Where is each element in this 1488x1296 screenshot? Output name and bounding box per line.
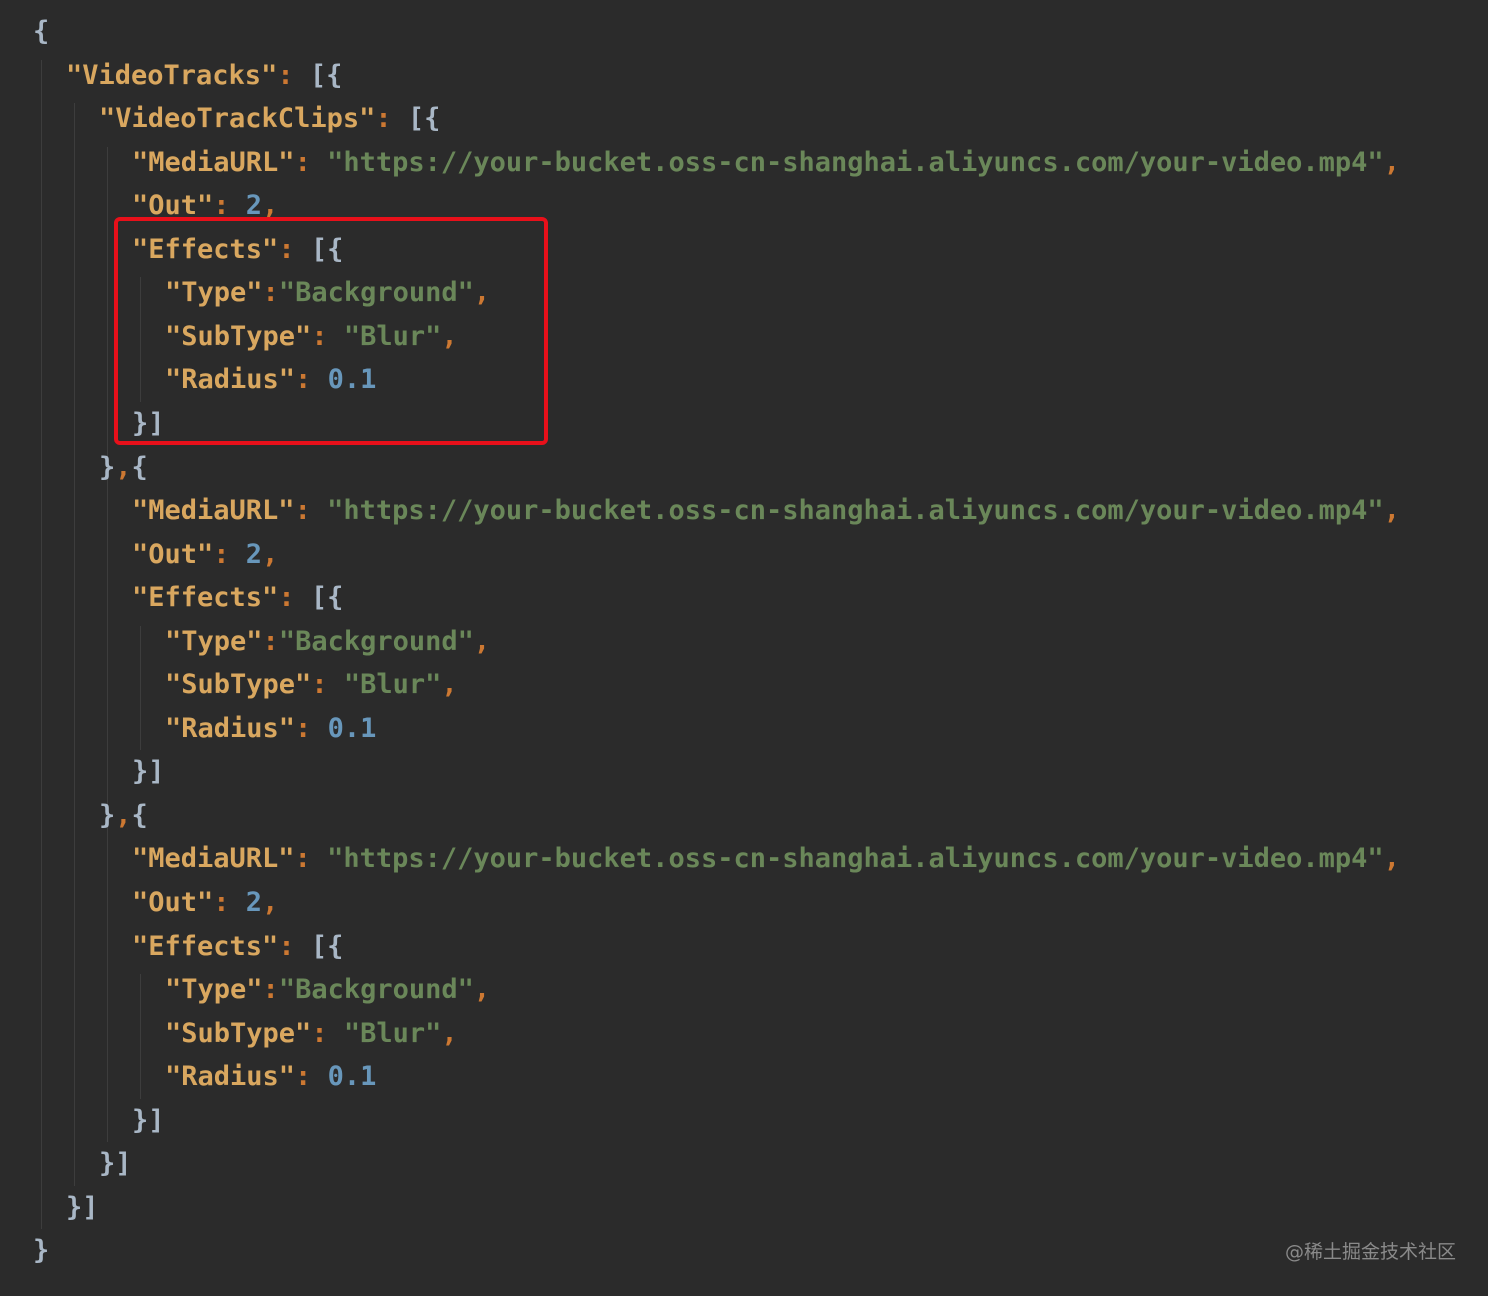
code-token-punc: , [115, 799, 132, 831]
code-token-key: "Out" [132, 887, 214, 918]
code-token-key: "MediaURL" [132, 843, 295, 875]
code-line: "MediaURL": "https://your-bucket.oss-cn-… [132, 141, 1400, 184]
code-token-str: "Blur" [343, 669, 442, 701]
code-token-key: "Effects" [132, 582, 279, 614]
code-line: "Effects": [{ [132, 576, 343, 619]
code-token-key: "VideoTrackClips" [99, 103, 376, 135]
code-token-punc: : [294, 146, 328, 178]
code-token-punc: : [311, 1017, 344, 1049]
code-line: "SubType": "Blur", [165, 1012, 458, 1055]
code-token-punc: : [262, 625, 279, 657]
code-token-punc: : [213, 538, 246, 570]
code-token-str: "https://your-bucket.oss-cn-shanghai.ali… [327, 146, 1384, 178]
code-line: "Type":"Background", [165, 968, 490, 1011]
code-token-brace: } [33, 1235, 50, 1267]
code-line: }] [132, 1099, 165, 1142]
code-token-str: "Background" [278, 625, 474, 657]
code-token-punc: , [262, 887, 279, 918]
code-line: "MediaURL": "https://your-bucket.oss-cn-… [132, 489, 1400, 532]
code-token-key: "Out" [132, 538, 214, 570]
code-token-key: "Radius" [165, 1061, 296, 1093]
code-token-punc: : [311, 669, 344, 701]
code-token-punc: : [375, 103, 408, 135]
indent-guide-line [140, 625, 141, 751]
code-token-brace: { [33, 16, 50, 47]
code-token-brace: [{ [407, 103, 441, 135]
code-line: },{ [99, 794, 148, 837]
code-token-punc: : [294, 495, 328, 527]
code-token-punc: : [213, 887, 246, 918]
code-line: "VideoTracks": [{ [66, 54, 342, 97]
code-token-punc: : [295, 712, 328, 744]
code-token-punc: : [295, 1061, 328, 1093]
code-line: "Out": 2, [132, 881, 278, 924]
code-token-punc: : [278, 930, 311, 962]
code-line: }] [99, 1142, 132, 1185]
code-token-key: "VideoTracks" [66, 59, 278, 91]
code-token-key: "Effects" [132, 930, 279, 962]
watermark-label: @稀土掘金技术社区 [1284, 1241, 1456, 1263]
code-token-num: 2 [245, 538, 263, 570]
code-token-punc: : [294, 843, 328, 875]
code-token-punc: , [441, 1017, 458, 1049]
code-line: }] [66, 1186, 99, 1229]
code-token-punc: , [1383, 146, 1400, 178]
code-token-punc: , [115, 451, 132, 483]
code-line: "Type":"Background", [165, 620, 490, 663]
code-token-punc: , [1383, 495, 1400, 527]
code-token-key: "Type" [165, 974, 263, 1006]
code-token-punc: : [278, 582, 311, 614]
code-token-key: "Radius" [165, 712, 296, 744]
code-line: "Radius": 0.1 [165, 707, 376, 750]
code-token-str: "Background" [278, 974, 474, 1006]
code-token-key: "SubType" [165, 1017, 312, 1049]
indent-guide-line [41, 59, 42, 1230]
code-token-key: "MediaURL" [132, 495, 295, 527]
code-token-punc: , [262, 538, 279, 570]
code-line: },{ [99, 446, 148, 489]
code-line: }] [132, 750, 165, 793]
indent-guide-line [74, 103, 75, 1186]
code-token-punc: , [1383, 843, 1400, 875]
code-token-brace: [{ [309, 59, 343, 91]
code-token-num: 2 [245, 887, 263, 918]
code-line: "Effects": [{ [132, 925, 343, 968]
code-token-num: 0.1 [327, 712, 377, 744]
code-token-key: "Type" [165, 625, 263, 657]
code-line: "SubType": "Blur", [165, 663, 458, 706]
indent-guide-line [107, 146, 108, 1143]
code-token-str: "Blur" [343, 1017, 442, 1049]
highlight-annotation-box [114, 217, 548, 445]
code-token-brace: { [131, 451, 148, 483]
code-token-brace: }] [132, 756, 165, 788]
code-line: } [33, 1229, 49, 1272]
code-token-punc: : [262, 974, 279, 1006]
code-token-brace: } [99, 799, 116, 831]
code-token-brace: } [99, 451, 116, 483]
code-editor[interactable]: {"VideoTracks": [{"VideoTrackClips": [{"… [0, 0, 1488, 1296]
code-token-punc: , [473, 625, 491, 657]
code-token-brace: }] [132, 1104, 165, 1136]
code-token-key: "MediaURL" [132, 146, 295, 178]
code-token-brace: }] [66, 1191, 99, 1223]
code-line: "MediaURL": "https://your-bucket.oss-cn-… [132, 837, 1400, 880]
code-token-brace: [{ [310, 582, 344, 614]
code-token-str: "https://your-bucket.oss-cn-shanghai.ali… [327, 843, 1384, 875]
code-line: { [33, 10, 49, 53]
code-token-punc: , [441, 669, 458, 701]
code-token-key: "SubType" [165, 669, 312, 701]
code-token-brace: { [131, 799, 148, 831]
code-token-num: 0.1 [327, 1061, 377, 1093]
code-token-str: "https://your-bucket.oss-cn-shanghai.ali… [327, 495, 1384, 527]
code-line: "VideoTrackClips": [{ [99, 97, 440, 140]
code-token-brace: }] [99, 1148, 132, 1180]
code-token-brace: [{ [310, 930, 344, 962]
code-token-punc: : [277, 59, 310, 91]
indent-guide-line [140, 974, 141, 1099]
code-line: "Radius": 0.1 [165, 1055, 376, 1098]
code-token-punc: , [473, 974, 491, 1006]
code-line: "Out": 2, [132, 533, 278, 576]
